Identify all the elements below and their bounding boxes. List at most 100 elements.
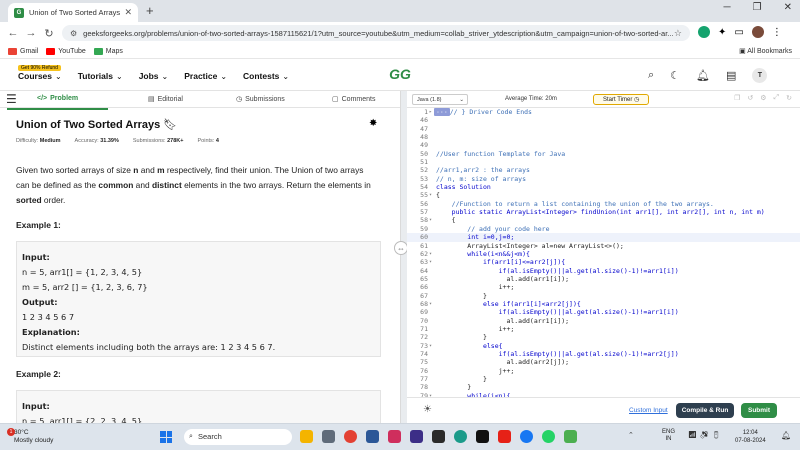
- close-window-icon[interactable]: ✕: [784, 2, 792, 13]
- puzzle-icon[interactable]: ✦: [718, 27, 726, 38]
- weather-widget[interactable]: 1 30°C Mostly cloudy: [7, 428, 53, 445]
- code-line[interactable]: 60 int i=0,j=0;: [407, 233, 800, 242]
- split-icon[interactable]: ▭: [734, 27, 743, 38]
- lightbulb-icon[interactable]: ☀: [423, 404, 432, 415]
- fold-toggle-icon[interactable]: ▾: [429, 250, 432, 258]
- code-line[interactable]: 50 //User function Template for Java: [407, 150, 800, 158]
- code-line[interactable]: 66 i++;: [407, 283, 800, 291]
- copy-icon[interactable]: ❐: [734, 94, 740, 102]
- code-line[interactable]: 69 if(al.isEmpty()||al.get(al.size()-1)!…: [407, 308, 800, 316]
- bookmark-maps[interactable]: Maps: [93, 47, 123, 55]
- code-line[interactable]: 74 if(al.isEmpty()||al.get(al.size()-1)!…: [407, 350, 800, 358]
- bookmark-gmail[interactable]: Gmail: [8, 47, 38, 55]
- nav-contests[interactable]: Contests ⌄: [243, 71, 289, 81]
- menu-dots-icon[interactable]: ⋮: [772, 27, 782, 38]
- netflix-icon[interactable]: [476, 430, 489, 443]
- tab-editorial[interactable]: ▤ Editorial: [148, 95, 183, 104]
- start-timer-button[interactable]: Start Timer ◷: [593, 94, 649, 105]
- close-tab-icon[interactable]: ✕: [124, 7, 132, 18]
- translate-icon[interactable]: ▤: [726, 69, 736, 82]
- code-line[interactable]: 56 //Function to return a list containin…: [407, 200, 800, 208]
- gfg-logo[interactable]: GG: [384, 67, 416, 82]
- fold-toggle-icon[interactable]: ▾: [429, 258, 432, 266]
- tab-problem[interactable]: </> Problem: [6, 95, 109, 110]
- taskbar-clock[interactable]: 12:04 07-08-2024: [735, 429, 766, 445]
- code-line[interactable]: 47: [407, 125, 800, 133]
- code-line[interactable]: 76 j++;: [407, 367, 800, 375]
- nav-practice[interactable]: Practice ⌄: [184, 71, 227, 81]
- code-line[interactable]: 46: [407, 116, 800, 124]
- code-line[interactable]: 53 // n, m: size of arrays: [407, 175, 800, 183]
- code-line[interactable]: 78 }: [407, 383, 800, 391]
- code-line[interactable]: 72 }: [407, 333, 800, 341]
- code-line[interactable]: 65 al.add(arr1[i]);: [407, 275, 800, 283]
- code-line[interactable]: 1 ▸ ···// } Driver Code Ends: [407, 108, 800, 116]
- code-line[interactable]: 64 if(al.isEmpty()||al.get(al.size()-1)!…: [407, 267, 800, 275]
- settings-icon[interactable]: ⚙: [760, 94, 766, 102]
- code-line[interactable]: 59 // add your code here: [407, 225, 800, 233]
- code-line[interactable]: 52 //arr1,arr2 : the arrays: [407, 166, 800, 174]
- notification-center-icon[interactable]: 🔔︎: [781, 431, 791, 440]
- windows-start-icon[interactable]: [160, 431, 172, 443]
- eclipse-icon[interactable]: [410, 430, 423, 443]
- new-tab-icon[interactable]: +: [146, 3, 154, 18]
- reset-icon[interactable]: ↺: [747, 94, 753, 102]
- refresh-icon[interactable]: ↻: [786, 94, 792, 102]
- dark-mode-icon[interactable]: ☾: [670, 69, 680, 82]
- store-icon[interactable]: [366, 430, 379, 443]
- fold-toggle-icon[interactable]: ▸: [429, 108, 432, 116]
- code-line[interactable]: 61 ArrayList<Integer> al=new ArrayList<>…: [407, 242, 800, 250]
- fold-toggle-icon[interactable]: ▾: [429, 300, 432, 308]
- code-line[interactable]: 67 }: [407, 292, 800, 300]
- chrome-icon[interactable]: [344, 430, 357, 443]
- code-line[interactable]: 54 class Solution: [407, 183, 800, 191]
- panel-splitter[interactable]: [400, 91, 407, 423]
- language-indicator[interactable]: ENG IN: [662, 429, 675, 443]
- bookmark-star-icon[interactable]: ☆: [674, 28, 682, 39]
- code-line[interactable]: 55 ▾ {: [407, 191, 800, 199]
- compile-run-button[interactable]: Compile & Run: [676, 403, 734, 418]
- youtube-app-icon[interactable]: [498, 430, 511, 443]
- code-line[interactable]: 58 ▾ {: [407, 216, 800, 224]
- tab-submissions[interactable]: ◷ Submissions: [236, 95, 285, 104]
- code-line[interactable]: 57 public static ArrayList<Integer> find…: [407, 208, 800, 216]
- search-icon[interactable]: ⌕: [648, 69, 654, 82]
- report-bug-icon[interactable]: ✸: [369, 118, 377, 129]
- custom-input-link[interactable]: Custom Input: [629, 407, 668, 414]
- code-line[interactable]: 62 ▾ while(i<n&&j<m){: [407, 250, 800, 258]
- profile-icon[interactable]: [751, 26, 764, 38]
- code-area[interactable]: 1 ▸ ···// } Driver Code Ends 46 47 48 49 50//Us…: [407, 108, 800, 397]
- bookmark-icon[interactable]: 🔖︎: [163, 118, 177, 131]
- code-line[interactable]: 75 al.add(arr2[j]);: [407, 358, 800, 366]
- code-line[interactable]: 70 al.add(arr1[i]);: [407, 317, 800, 325]
- code-line[interactable]: 51: [407, 158, 800, 166]
- nav-jobs[interactable]: Jobs ⌄: [139, 71, 169, 81]
- avatar[interactable]: T: [752, 68, 768, 83]
- file-explorer-icon[interactable]: [300, 430, 313, 443]
- folded-region-marker[interactable]: ···: [434, 108, 450, 116]
- fold-toggle-icon[interactable]: ▾: [429, 191, 432, 199]
- url-field[interactable]: ⚙ geeksforgeeks.org/problems/union-of-tw…: [62, 25, 690, 41]
- taskbar-search[interactable]: ⌕ Search: [184, 429, 292, 445]
- fold-toggle-icon[interactable]: ▾: [429, 216, 432, 224]
- reload-icon[interactable]: ↻: [40, 27, 58, 40]
- code-line[interactable]: 48: [407, 133, 800, 141]
- fullscreen-icon[interactable]: ⤢: [774, 94, 780, 102]
- tab-comments[interactable]: ▢ Comments: [332, 95, 375, 104]
- forward-icon[interactable]: →: [22, 27, 40, 39]
- system-tray-icons[interactable]: 📶︎🔊︎🔋︎: [688, 431, 724, 439]
- site-info-icon[interactable]: ⚙: [70, 29, 77, 38]
- language-select[interactable]: Java (1.8) ⌄: [412, 94, 468, 105]
- resize-handle-icon[interactable]: ⇔: [394, 241, 408, 255]
- back-icon[interactable]: ←: [4, 27, 22, 39]
- maximize-icon[interactable]: ❐: [753, 2, 762, 13]
- nav-tutorials[interactable]: Tutorials ⌄: [78, 71, 123, 81]
- minimize-icon[interactable]: ─: [724, 2, 731, 13]
- code-line[interactable]: 49: [407, 141, 800, 149]
- code-line[interactable]: 73 ▾ else{: [407, 342, 800, 350]
- all-bookmarks[interactable]: ▣ All Bookmarks: [739, 47, 792, 55]
- code-line[interactable]: 63 ▾ if(arr1[i]<=arr2[j]){: [407, 258, 800, 266]
- task-view-icon[interactable]: [322, 430, 335, 443]
- code-line[interactable]: 71 i++;: [407, 325, 800, 333]
- green-app-icon[interactable]: [564, 430, 577, 443]
